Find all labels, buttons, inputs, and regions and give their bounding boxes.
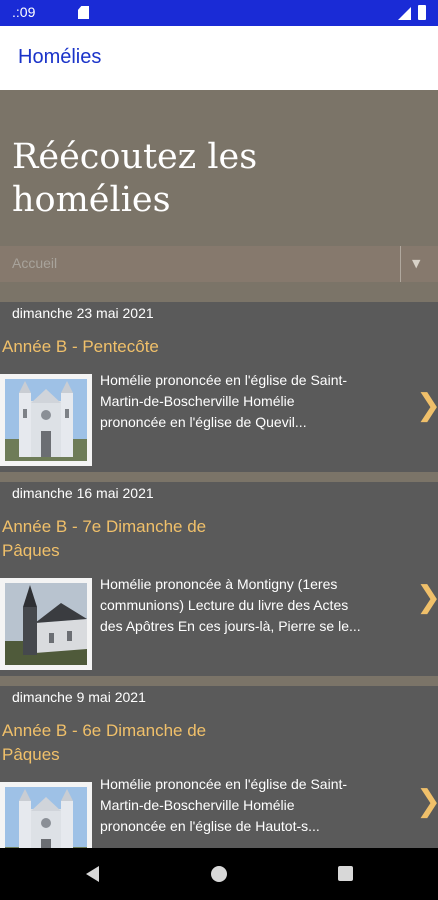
chevron-right-icon[interactable]: ❯ — [416, 388, 438, 423]
sd-card-icon — [78, 6, 89, 19]
post-date: dimanche 16 mai 2021 — [12, 485, 154, 501]
post-date: dimanche 9 mai 2021 — [12, 689, 146, 705]
post-excerpt-line: des Apôtres En ces jours-là, Pierre se l… — [100, 618, 361, 634]
post-thumbnail[interactable] — [0, 578, 92, 670]
post-title[interactable]: Année B - Pentecôte — [2, 335, 159, 359]
section-divider — [0, 472, 438, 482]
chevron-down-icon[interactable]: ▼ — [412, 257, 420, 270]
signal-icon — [398, 7, 411, 20]
post-card[interactable]: dimanche 16 mai 2021 Année B - 7e Dimanc… — [0, 482, 438, 676]
post-thumbnail[interactable] — [0, 374, 92, 466]
post-excerpt: Homélie prononcée en l'église de Saint- … — [100, 774, 404, 837]
page-select-dropdown[interactable]: Accueil ▼ — [0, 246, 438, 282]
battery-icon — [418, 5, 426, 20]
hero-title-line: Réécoutez les — [12, 137, 258, 177]
post-title[interactable]: Année B - 6e Dimanche de Pâques — [2, 719, 206, 767]
app-title: Homélies — [18, 46, 102, 68]
dropdown-selected-label: Accueil — [12, 255, 58, 271]
post-title[interactable]: Année B - 7e Dimanche de Pâques — [2, 515, 206, 563]
post-excerpt-line: prononcée en l'église de Quevil... — [100, 414, 307, 430]
hero-banner: Réécoutez les homélies — [0, 90, 438, 246]
church-facade-image — [5, 379, 87, 461]
post-card[interactable]: dimanche 9 mai 2021 Année B - 6e Dimanch… — [0, 686, 438, 848]
post-card[interactable]: dimanche 23 mai 2021 Année B - Pentecôte… — [0, 302, 438, 472]
post-excerpt-line: Martin-de-Boscherville Homélie — [100, 797, 295, 813]
system-navigation-bar — [0, 848, 438, 900]
post-title-line: Pâques — [2, 541, 60, 560]
chevron-right-icon[interactable]: ❯ — [416, 580, 438, 615]
dropdown-divider — [400, 246, 401, 282]
back-icon[interactable] — [86, 866, 99, 882]
post-title-line: Année B - 7e Dimanche de — [2, 517, 207, 536]
hero-title: Réécoutez les homélies — [12, 136, 257, 222]
post-date: dimanche 23 mai 2021 — [12, 305, 154, 321]
post-title-line: Pâques — [2, 745, 60, 764]
recents-icon[interactable] — [338, 866, 353, 881]
post-title-line: Année B - Pentecôte — [2, 337, 159, 356]
hero-title-line: homélies — [12, 180, 171, 220]
church-facade-image — [5, 787, 87, 848]
chevron-right-icon[interactable]: ❯ — [416, 784, 438, 819]
section-divider — [0, 676, 438, 686]
post-excerpt: Homélie prononcée en l'église de Saint- … — [100, 370, 404, 433]
post-excerpt-line: prononcée en l'église de Hautot-s... — [100, 818, 320, 834]
post-title-line: Année B - 6e Dimanche de — [2, 721, 207, 740]
post-thumbnail[interactable] — [0, 782, 92, 848]
village-church-image — [5, 583, 87, 665]
post-excerpt: Homélie prononcée à Montigny (1eres comm… — [100, 574, 404, 637]
post-excerpt-line: communions) Lecture du livre des Actes — [100, 597, 349, 613]
status-time: .:09 — [12, 4, 36, 20]
post-excerpt-line: Homélie prononcée en l'église de Saint- — [100, 372, 348, 388]
post-excerpt-line: Homélie prononcée à Montigny (1eres — [100, 576, 338, 592]
section-divider — [0, 282, 438, 302]
app-bar: Homélies — [0, 26, 438, 90]
post-excerpt-line: Martin-de-Boscherville Homélie — [100, 393, 295, 409]
home-icon[interactable] — [211, 866, 227, 882]
status-bar: .:09 — [0, 0, 438, 26]
post-excerpt-line: Homélie prononcée en l'église de Saint- — [100, 776, 348, 792]
